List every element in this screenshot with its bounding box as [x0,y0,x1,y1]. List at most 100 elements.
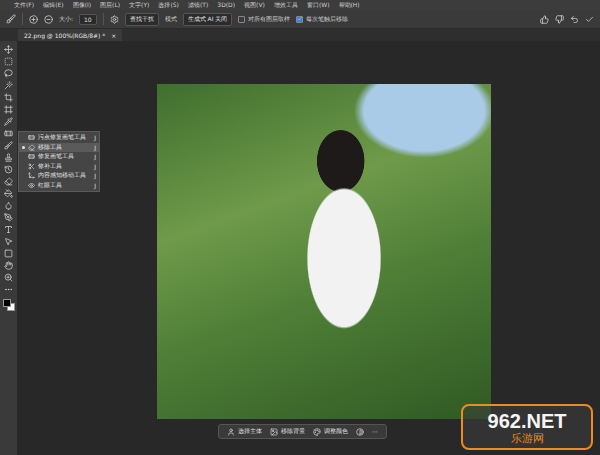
tool-icon[interactable] [4,117,13,126]
tool-icon[interactable] [4,165,13,174]
color-swatches[interactable] [3,299,15,311]
add-icon[interactable] [29,15,38,24]
mode-label: 模式 [165,15,177,24]
taskbar-button[interactable]: 移除背景 [270,427,305,436]
tool-icon [28,172,35,179]
tool-flyout: 污点修复画笔工具J移除工具J修复画笔工具J修补工具J内容感知移动工具J红眼工具J [18,131,100,192]
tool-icon[interactable] [4,45,13,54]
shortcut: J [94,172,96,179]
taskbar-icon [270,428,278,436]
contrast-icon[interactable] [356,428,364,436]
shortcut: J [94,163,96,170]
preset-button[interactable]: 查找干扰 [125,13,159,26]
brush-icon[interactable] [6,14,16,24]
selected-dot [22,174,25,177]
tool-bar [0,41,18,455]
tool-icon[interactable] [4,69,13,78]
shortcut: J [94,153,96,160]
tool-icon[interactable] [4,93,13,102]
tool-icon[interactable] [4,105,13,114]
menu-item[interactable]: 文件(F) [14,0,34,10]
tool-icon[interactable] [4,261,13,270]
size-label: 大小: [59,15,73,24]
gear-icon[interactable] [110,15,119,24]
taskbar-button[interactable]: 选择主体 [227,427,262,436]
menu-item[interactable]: 文字(Y) [129,0,149,10]
check-icon [297,16,302,22]
flyout-item[interactable]: 修补工具J [19,162,99,172]
checkbox-row[interactable]: 对所有图层取样 [238,15,290,24]
selected-dot [22,146,25,149]
watermark: 962.NET乐游网 [461,404,593,450]
shortcut: J [94,134,96,141]
menu-item[interactable]: 滤镜(T) [188,0,208,10]
canvas-area: 选择主体移除背景调整颜色 ··· [18,41,600,455]
tool-icon[interactable] [4,237,13,246]
menu-item[interactable]: 视图(V) [244,0,265,10]
tool-icon[interactable] [4,189,13,198]
document-title: 22.png @ 100%(RGB/8#) * [24,32,105,39]
undo-icon[interactable] [570,15,579,24]
taskbar-icon [227,428,235,436]
selected-dot [22,136,25,139]
menu-item[interactable]: 选择(S) [158,0,179,10]
checkbox-label: 对所有图层取样 [248,15,290,24]
mode-select[interactable]: 生成式 AI 关闭 [183,13,233,26]
menu-item[interactable]: 增效工具 [274,0,298,10]
menu-item[interactable]: 3D(D) [217,0,235,10]
options-bar: 大小: 10 查找干扰模式生成式 AI 关闭 对所有图层取样每次笔触后移除 [0,10,600,29]
shortcut: J [94,144,96,151]
menu-item[interactable]: 编辑(E) [43,0,63,10]
size-field[interactable]: 10 [79,14,97,25]
tool-icon[interactable] [4,249,13,258]
taskbar-button[interactable]: 调整颜色 [313,427,348,436]
flyout-item[interactable]: 红眼工具J [19,181,99,191]
tool-icon[interactable] [4,153,13,162]
menu-item[interactable]: 窗口(W) [307,0,330,10]
selected-dot [22,165,25,168]
tool-icon[interactable] [4,273,13,282]
separator [103,13,104,25]
watermark-logo: 962.NET [488,410,567,432]
more-button[interactable]: ··· [372,428,378,435]
menu-item[interactable]: 帮助(H) [339,0,360,10]
taskbar-icon [313,428,321,436]
close-button[interactable]: × [111,32,116,39]
tool-icon[interactable] [4,57,13,66]
tool-icon[interactable] [4,225,13,234]
checkbox[interactable] [296,16,303,23]
flyout-item[interactable]: 移除工具J [19,143,99,153]
thumbs-down-icon[interactable] [555,15,564,24]
tool-icon[interactable] [4,213,13,222]
checkbox-row[interactable]: 每次笔触后移除 [296,15,348,24]
flyout-item[interactable]: 污点修复画笔工具J [19,133,99,143]
tool-icon [28,134,35,141]
tab-bar: 22.png @ 100%(RGB/8#) * × [0,29,600,41]
checkbox[interactable] [238,16,245,23]
photo[interactable] [157,84,491,419]
tool-icon [28,153,35,160]
watermark-subtitle: 乐游网 [511,432,544,445]
menu-item[interactable]: 图层(L) [100,0,120,10]
flyout-item[interactable]: 修复画笔工具J [19,152,99,162]
confirm-icon[interactable] [585,15,594,24]
tool-icon [28,163,35,170]
photoshop-window: 文件(F) 编辑(E) 图像(I) 图层(L) 文字(Y) 选择(S) 滤镜(T) 3D(D)… [0,0,600,455]
tool-icon[interactable] [4,81,13,90]
tool-icon[interactable] [4,177,13,186]
foreground-color[interactable] [3,299,11,307]
tool-icon[interactable] [4,129,13,138]
tool-icon[interactable] [4,141,13,150]
flyout-item[interactable]: 内容感知移动工具J [19,171,99,181]
selected-dot [22,184,25,187]
menu-bar: 文件(F) 编辑(E) 图像(I) 图层(L) 文字(Y) 选择(S) 滤镜(T) 3D(D)… [0,0,600,10]
tool-icon[interactable] [4,201,13,210]
thumbs-up-icon[interactable] [540,15,549,24]
tool-icon [28,144,35,151]
document-tab[interactable]: 22.png @ 100%(RGB/8#) * × [18,29,122,41]
contextual-taskbar: 选择主体移除背景调整颜色 ··· [218,424,387,439]
separator [22,13,23,25]
subtract-icon[interactable] [44,15,53,24]
menu-item[interactable]: 图像(I) [73,0,91,10]
tool-icon[interactable] [4,285,13,294]
